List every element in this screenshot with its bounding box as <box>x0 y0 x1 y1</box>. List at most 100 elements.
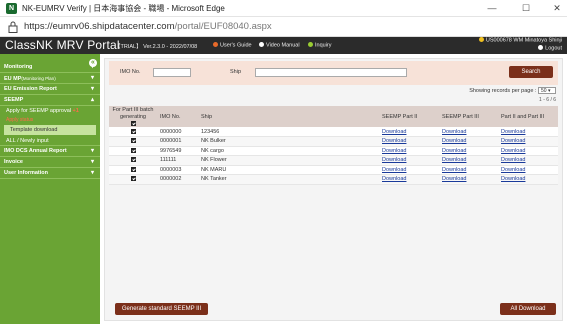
download-part2-link[interactable]: Download <box>382 176 406 182</box>
users-guide-link[interactable]: User's Guide <box>213 42 252 49</box>
minimize-icon[interactable]: — <box>485 2 499 14</box>
logout-icon <box>538 45 544 50</box>
download-part3-link[interactable]: Download <box>442 176 466 182</box>
chevron-up-icon: ▴ <box>90 97 94 103</box>
sidebar-item-invoice[interactable]: Invoice ▾ <box>0 157 100 168</box>
download-part23-link[interactable]: Download <box>501 176 525 182</box>
chevron-down-icon: ▾ <box>90 170 94 176</box>
play-icon <box>259 42 264 47</box>
download-part23-link[interactable]: Download <box>501 138 525 144</box>
all-download-button[interactable]: All Download <box>500 303 556 315</box>
row-checkbox[interactable] <box>130 176 136 182</box>
ship-cell: NK Flower <box>198 155 379 166</box>
close-icon[interactable]: ✕ <box>550 2 564 14</box>
app-header: ClassNK MRV Portal 【TRIAL】 Ver.2.3.0 - 2… <box>0 37 567 54</box>
col-batch-header: For Part III batch generating <box>109 106 157 127</box>
imo-cell: 0000000 <box>157 127 198 137</box>
download-part23-link[interactable]: Download <box>501 157 525 163</box>
select-all-checkbox[interactable] <box>130 120 136 126</box>
ship-cell: NK MARU <box>198 165 379 175</box>
imo-cell: 9976549 <box>157 146 198 156</box>
ship-cell: NK cargo <box>198 146 379 156</box>
row-checkbox[interactable] <box>130 147 136 153</box>
sidebar-sub-template-download[interactable]: Template download <box>4 125 96 135</box>
download-part2-link[interactable]: Download <box>382 148 406 154</box>
maximize-icon[interactable]: ☐ <box>519 2 533 14</box>
chevron-down-icon: ▾ <box>90 159 94 165</box>
app-icon: N <box>6 3 17 14</box>
col-part3-header: SEEMP Part III <box>439 106 498 127</box>
sidebar-item-imo-dcs[interactable]: IMO DCS Annual Report ▾ <box>0 146 100 157</box>
table-row: 0000001 NK Bulker Download Download Down… <box>109 136 558 147</box>
table-row: 0000002 NK Tanker Download Download Down… <box>109 174 558 185</box>
imo-cell: 111111 <box>157 155 198 166</box>
row-checkbox[interactable] <box>130 157 136 163</box>
main-content: IMO No. Ship Search Showing records per … <box>104 58 563 321</box>
sidebar-sub-note: Apply status <box>6 117 34 123</box>
sidebar-sub-apply-seemp[interactable]: Apply for SEEMP approval +1 <box>0 106 100 116</box>
chevron-down-icon: ▾ <box>90 75 94 81</box>
records-per-page-select[interactable]: 50 ▾ <box>538 87 556 94</box>
row-checkbox[interactable] <box>130 128 136 134</box>
table-header-row: For Part III batch generating IMO No. Sh… <box>109 106 558 127</box>
question-icon <box>308 42 313 47</box>
download-part3-link[interactable]: Download <box>442 167 466 173</box>
ship-label: Ship <box>230 69 242 75</box>
ship-search-input[interactable] <box>255 68 407 77</box>
imo-label: IMO No. <box>120 69 141 75</box>
chevron-down-icon: ▾ <box>90 64 94 70</box>
download-part23-link[interactable]: Download <box>501 167 525 173</box>
ship-cell: NK Tanker <box>198 174 379 185</box>
col-part2-header: SEEMP Part II <box>379 106 439 127</box>
address-bar[interactable]: https://eumrv06.shipdatacenter.com/porta… <box>0 17 567 37</box>
seemp-table: For Part III batch generating IMO No. Sh… <box>109 106 558 185</box>
sidebar-sub-all-newly[interactable]: ALL / Newly input <box>0 136 100 146</box>
generate-seemp3-button[interactable]: Generate standard SEEMP III <box>115 303 208 315</box>
logout-link[interactable]: Logout <box>538 45 562 52</box>
download-part3-link[interactable]: Download <box>442 148 466 154</box>
url-text[interactable]: https://eumrv06.shipdatacenter.com/porta… <box>24 21 272 32</box>
imo-cell: 0000002 <box>157 174 198 185</box>
download-part3-link[interactable]: Download <box>442 157 466 163</box>
sidebar-item-seemp[interactable]: SEEMP ▴ <box>0 95 100 106</box>
imo-search-input[interactable] <box>153 68 191 77</box>
table-row: 0000003 NK MARU Download Download Downlo… <box>109 165 558 175</box>
row-checkbox[interactable] <box>130 138 136 144</box>
window-title: NK-EUMRV Verify | 日本海事協会 - 職場 - Microsof… <box>22 4 225 13</box>
table-row: 9976549 NK cargo Download Download Downl… <box>109 146 558 156</box>
user-icon <box>478 37 484 42</box>
download-part3-link[interactable]: Download <box>442 129 466 135</box>
search-panel: IMO No. Ship Search <box>109 61 558 85</box>
chevron-down-icon: ▾ <box>90 86 94 92</box>
col-ship-header: Ship <box>198 106 379 127</box>
table-row: 0000000 123456 Download Download Downloa… <box>109 127 558 137</box>
download-part2-link[interactable]: Download <box>382 167 406 173</box>
download-part23-link[interactable]: Download <box>501 129 525 135</box>
download-part2-link[interactable]: Download <box>382 157 406 163</box>
imo-cell: 0000003 <box>157 165 198 175</box>
user-name: US000678 WM Minatoya Shinji <box>478 37 562 44</box>
inquiry-link[interactable]: Inquiry <box>308 42 332 49</box>
ship-cell: 123456 <box>198 127 379 137</box>
record-count: 1 - 6 / 6 <box>539 97 556 103</box>
download-part23-link[interactable]: Download <box>501 148 525 154</box>
window-title-bar: N NK-EUMRV Verify | 日本海事協会 - 職場 - Micros… <box>0 0 567 17</box>
records-per-page: Showing records per page : 50 ▾ <box>469 87 556 94</box>
download-part2-link[interactable]: Download <box>382 138 406 144</box>
col-part23-header: Part II and Part III <box>498 106 558 127</box>
sidebar-item-monitoring[interactable]: Monitoring ▾ <box>0 62 100 73</box>
sidebar-item-eu-emission-report[interactable]: EU Emission Report ▾ <box>0 84 100 95</box>
download-part3-link[interactable]: Download <box>442 138 466 144</box>
row-checkbox[interactable] <box>130 166 136 172</box>
lock-icon <box>8 21 18 33</box>
video-manual-link[interactable]: Video Manual <box>259 42 300 49</box>
col-imo-header: IMO No. <box>157 106 198 127</box>
table-row: 111111 NK Flower Download Download Downl… <box>109 155 558 166</box>
book-icon <box>213 42 218 47</box>
sidebar: « Monitoring ▾ EU MP(Monitoring Plan) ▾ EU… <box>0 54 100 324</box>
sidebar-item-user-information[interactable]: User Information ▾ <box>0 168 100 179</box>
sidebar-item-eu-mp[interactable]: EU MP(Monitoring Plan) ▾ <box>0 73 100 84</box>
search-button[interactable]: Search <box>509 66 553 78</box>
brand-title: ClassNK MRV Portal <box>5 38 120 52</box>
download-part2-link[interactable]: Download <box>382 129 406 135</box>
